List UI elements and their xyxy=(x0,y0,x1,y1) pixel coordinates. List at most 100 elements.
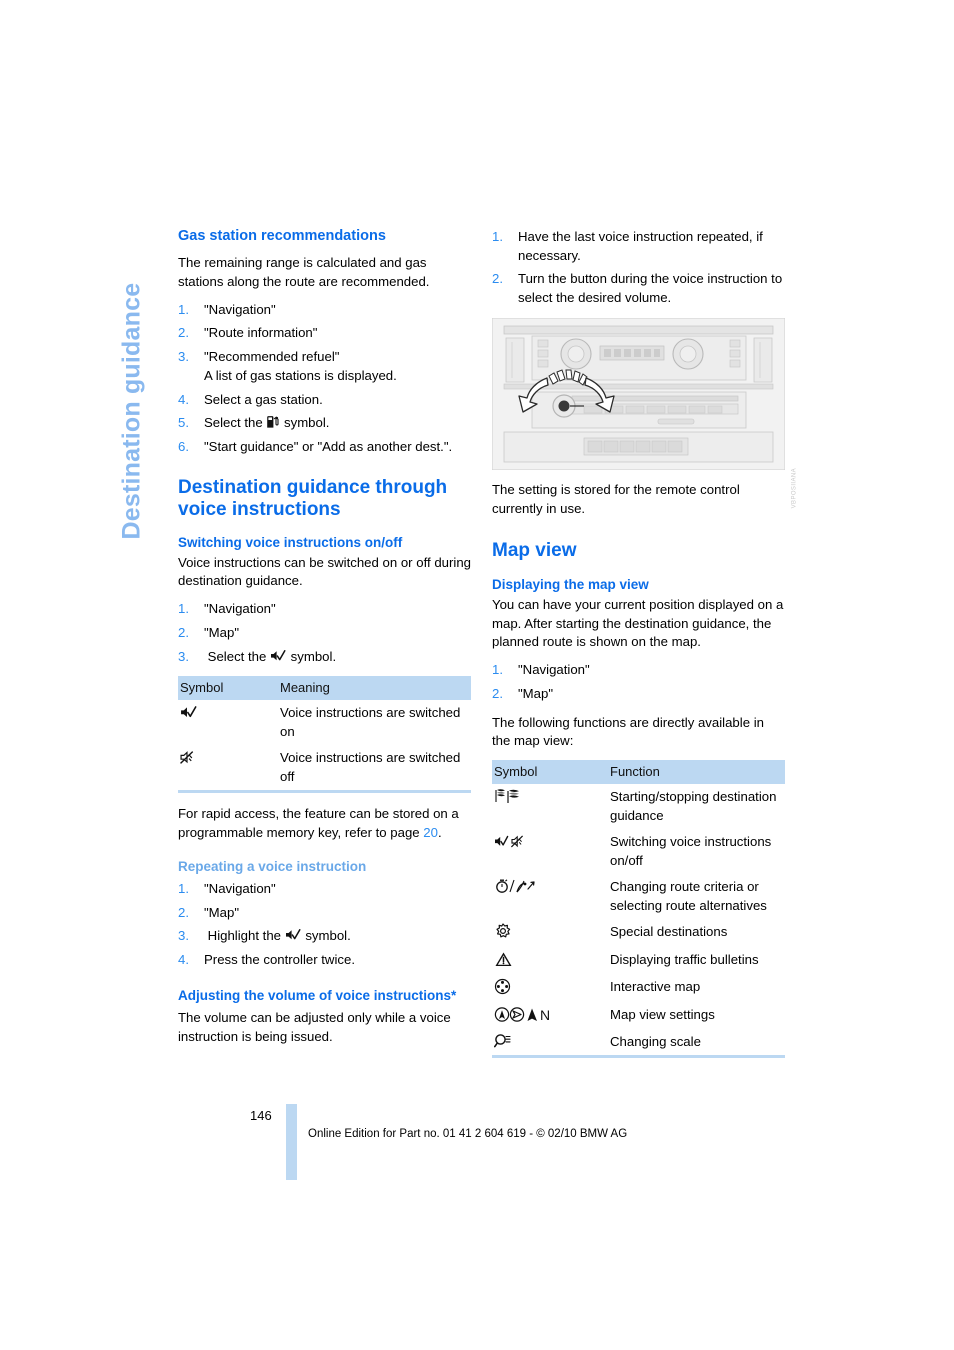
interactive-map-icon xyxy=(494,978,511,995)
table-row: Starting/stopping destination guidance xyxy=(492,784,785,829)
list-item: 3. Highlight the symbol. xyxy=(178,927,471,946)
gas-pump-icon xyxy=(266,414,280,429)
symbol-cell xyxy=(492,919,608,946)
step-text: "Recommended refuel" xyxy=(204,349,340,365)
memory-key-note: For rapid access, the feature can be sto… xyxy=(178,805,471,842)
list-item: 2. "Route information" xyxy=(178,324,471,343)
magnifier-scale-icon xyxy=(494,1033,513,1049)
step-number: 3. xyxy=(178,648,189,664)
map-view-subheading: Displaying the map view xyxy=(492,576,649,592)
step-text: Select a gas station. xyxy=(204,391,323,407)
list-item: 4. Press the controller twice. xyxy=(178,951,471,970)
list-item: 3. "Recommended refuel" A list of gas st… xyxy=(178,348,471,385)
symbol-cell xyxy=(492,1028,608,1059)
step-text: "Navigation" xyxy=(204,301,276,317)
list-item: 1. "Navigation" xyxy=(492,661,785,680)
special-destinations-icon xyxy=(494,923,512,940)
gas-section-intro: The remaining range is calculated and ga… xyxy=(178,255,430,289)
list-item: 6. "Start guidance" or "Add as another d… xyxy=(178,438,471,457)
gas-section-steps: 1. "Navigation" 2. "Route information" 3… xyxy=(178,301,471,457)
speaker-on-icon xyxy=(180,705,198,720)
manual-page: Destination guidance Gas station recomme… xyxy=(0,0,954,1350)
step-text: "Map" xyxy=(204,624,240,640)
voice-section-steps: 1. "Navigation" 2. "Map" 3. Select the s… xyxy=(178,600,471,666)
step-text: Highlight the xyxy=(207,928,281,944)
gas-section-heading: Gas station recommendations xyxy=(178,228,386,244)
step-text-after: symbol. xyxy=(305,928,351,944)
center-console-volume-knob-illustration: VBPOSIIANA xyxy=(492,317,797,508)
list-item: 2. Turn the button during the voice inst… xyxy=(492,270,785,307)
page-reference-link[interactable]: 20 xyxy=(423,825,438,840)
step-number: 2. xyxy=(492,685,503,701)
list-item: 1. "Navigation" xyxy=(178,301,471,320)
map-view-heading: Map view xyxy=(492,540,577,562)
function-cell: Changing scale xyxy=(608,1028,785,1059)
figure-note: The setting is stored for the remote con… xyxy=(492,481,740,516)
symbol-cell xyxy=(492,784,608,829)
step-number: 1. xyxy=(178,601,189,617)
memory-key-note-end: . xyxy=(437,825,442,841)
function-cell: Starting/stopping destination guidance xyxy=(610,789,777,823)
list-item: 1. "Navigation" xyxy=(178,880,471,899)
function-cell: Changing route criteria or selecting rou… xyxy=(610,879,767,913)
step-number: 4. xyxy=(178,391,189,407)
voice-section-intro: Voice instructions can be switched on or… xyxy=(178,554,471,589)
list-item: 1. "Navigation" xyxy=(178,600,471,619)
list-item: 2. "Map" xyxy=(178,904,471,923)
speaker-on-icon xyxy=(285,928,302,942)
step-text: "Map" xyxy=(518,685,554,701)
svg-text:N: N xyxy=(540,1007,550,1023)
step-text-after: symbol. xyxy=(290,648,337,664)
step-number: 2. xyxy=(178,325,189,341)
step-text: "Map" xyxy=(204,904,240,920)
list-item: 2. "Map" xyxy=(492,685,785,704)
step-text: Have the last voice instruction repeated… xyxy=(518,229,763,263)
table-row: Changing scale xyxy=(492,1028,785,1059)
repeating-section-steps: 1. "Navigation" 2. "Map" 3. Highlight th… xyxy=(178,880,471,970)
function-cell: Displaying traffic bulletins xyxy=(610,951,759,967)
symbol-cell: N xyxy=(492,1002,608,1029)
footer-accent-bar xyxy=(286,1104,297,1180)
step-number: 2. xyxy=(178,904,189,920)
column-header-symbol: Symbol xyxy=(492,760,608,785)
step-number: 3. xyxy=(178,349,189,365)
table-header-row: Symbol Meaning xyxy=(178,676,471,701)
function-cell: Switching voice instructions on/off xyxy=(610,834,772,868)
repeating-section-heading: Repeating a voice instruction xyxy=(178,858,367,874)
column-header-symbol: Symbol xyxy=(178,676,278,701)
function-cell: Map view settings xyxy=(610,1006,715,1022)
step-text: "Navigation" xyxy=(204,601,276,617)
function-cell: Special destinations xyxy=(610,924,728,940)
checkered-flags-icon xyxy=(494,788,524,804)
function-cell: Interactive map xyxy=(610,979,701,995)
step-number: 1. xyxy=(492,662,503,678)
step-number: 3. xyxy=(178,928,189,944)
volume-section-heading: Adjusting the volume of voice instructio… xyxy=(178,987,457,1003)
step-text: Turn the button during the voice instruc… xyxy=(518,271,783,306)
step-text: Press the controller twice. xyxy=(204,952,355,968)
list-item: 4. Select a gas station. xyxy=(178,391,471,410)
symbol-cell xyxy=(492,829,608,874)
column-header-meaning: Meaning xyxy=(278,676,471,701)
list-item: 2. "Map" xyxy=(178,624,471,643)
step-number: 1. xyxy=(178,880,189,896)
symbol-cell xyxy=(178,700,278,745)
list-item: 3. Select the symbol. xyxy=(178,648,471,667)
table-row: Switching voice instructions on/off xyxy=(492,829,785,874)
page-number: 146 xyxy=(250,1108,272,1123)
table-row: Interactive map xyxy=(492,974,785,1001)
symbol-cell xyxy=(178,745,278,794)
step-number: 5. xyxy=(178,415,189,431)
column-header-function: Function xyxy=(608,760,785,785)
voice-section-subheading: Switching voice instructions on/off xyxy=(178,534,403,550)
memory-key-note-text: For rapid access, the feature can be sto… xyxy=(178,806,459,841)
right-column: 1. Have the last voice instruction repea… xyxy=(492,228,797,1068)
footer-edition-text: Online Edition for Part no. 01 41 2 604 … xyxy=(308,1128,628,1140)
chapter-tab-label: Destination guidance xyxy=(117,282,146,540)
page-footer: 146 Online Edition for Part no. 01 41 2 … xyxy=(178,1104,798,1184)
symbol-cell xyxy=(492,974,608,1001)
left-column: Gas station recommendations The remainin… xyxy=(178,228,471,1056)
traffic-warning-icon xyxy=(494,951,513,968)
speaker-on-icon xyxy=(270,649,287,663)
volume-adjust-steps: 1. Have the last voice instruction repea… xyxy=(492,228,785,308)
